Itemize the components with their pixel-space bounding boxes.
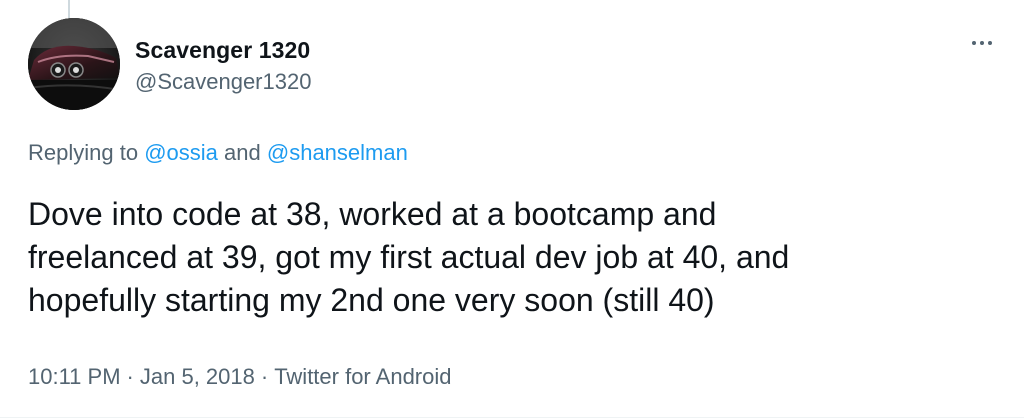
tweet-source-link[interactable]: Twitter for Android — [274, 364, 451, 389]
user-display-name[interactable]: Scavenger 1320 — [135, 37, 310, 64]
replying-to-line: Replying to @ossia and @shanselman — [28, 140, 408, 166]
thread-connector-line — [68, 0, 70, 18]
replying-to-prefix: Replying to — [28, 140, 139, 165]
more-options-icon[interactable] — [960, 28, 1004, 58]
avatar-car-image — [28, 18, 120, 110]
more-dot — [988, 41, 992, 45]
more-dot — [980, 41, 984, 45]
tweet-text-line: freelanced at 39, got my first actual de… — [28, 239, 790, 275]
user-handle[interactable]: @Scavenger1320 — [135, 69, 311, 95]
meta-separator: · — [126, 364, 134, 389]
avatar[interactable] — [28, 18, 120, 110]
tweet-time-link[interactable]: 10:11 PM — [28, 364, 121, 389]
mention-shanselman-link[interactable]: @shanselman — [267, 140, 408, 165]
tweet-metadata: 10:11 PM · Jan 5, 2018 · Twitter for Android — [28, 364, 452, 390]
mention-ossia-link[interactable]: @ossia — [144, 140, 218, 165]
tweet-text-line: hopefully starting my 2nd one very soon … — [28, 282, 715, 318]
replying-to-joiner: and — [224, 140, 261, 165]
tweet-text: Dove into code at 38, worked at a bootca… — [28, 193, 988, 322]
tweet-date-link[interactable]: Jan 5, 2018 — [140, 364, 255, 389]
tweet-card: Scavenger 1320 @Scavenger1320 Replying t… — [0, 0, 1024, 418]
tweet-text-line: Dove into code at 38, worked at a bootca… — [28, 196, 717, 232]
meta-separator: · — [260, 364, 269, 389]
more-dot — [972, 41, 976, 45]
